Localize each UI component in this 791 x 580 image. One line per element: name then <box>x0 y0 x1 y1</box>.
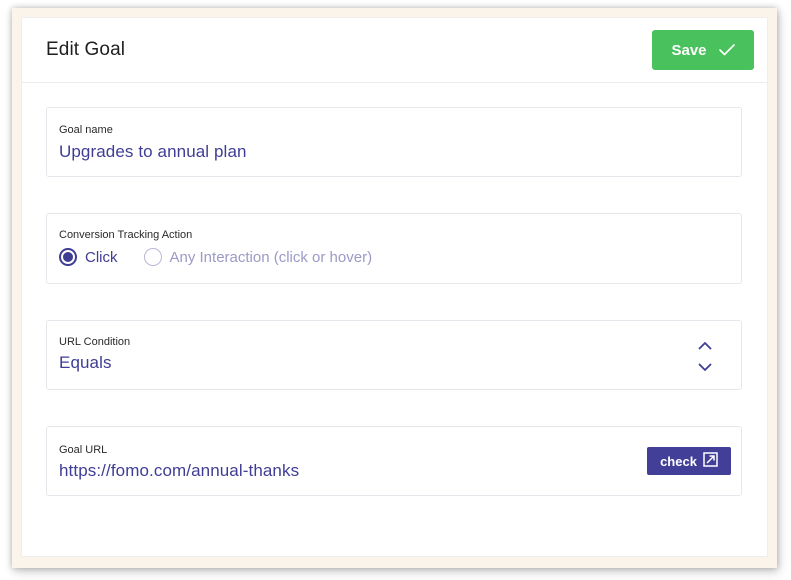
conversion-tracking-field: Conversion Tracking Action Click Any Int… <box>46 213 742 284</box>
page-title: Edit Goal <box>46 39 126 60</box>
panel-header: Edit Goal Save <box>22 18 767 83</box>
url-condition-stepper[interactable] <box>695 337 715 377</box>
external-link-icon <box>703 452 718 470</box>
radio-any-interaction-unselected[interactable] <box>143 248 162 266</box>
url-condition-field[interactable]: URL Condition Equals <box>46 320 742 390</box>
url-condition-label: URL Condition <box>59 336 131 348</box>
dialog-frame: Edit Goal Save Goal name Upgrades to ann… <box>12 8 777 568</box>
check-url-button[interactable]: check <box>647 447 731 475</box>
check-button-label: check <box>660 453 697 469</box>
chevron-down-icon[interactable] <box>698 359 712 377</box>
radio-option-click[interactable]: Click <box>59 248 118 266</box>
goal-url-label: Goal URL <box>59 444 108 456</box>
edit-goal-panel: Edit Goal Save Goal name Upgrades to ann… <box>22 18 767 556</box>
url-condition-select[interactable]: Equals <box>59 353 112 373</box>
radio-click-label[interactable]: Click <box>85 249 118 266</box>
goal-name-field[interactable]: Goal name Upgrades to annual plan <box>46 107 742 177</box>
goal-url-input[interactable]: https://fomo.com/annual-thanks <box>59 461 299 481</box>
radio-click-selected[interactable] <box>59 248 77 266</box>
chevron-up-icon[interactable] <box>698 337 712 355</box>
goal-url-field[interactable]: Goal URL https://fomo.com/annual-thanks … <box>46 426 742 496</box>
save-button[interactable]: Save <box>652 30 754 70</box>
conversion-radio-group: Click Any Interaction (click or hover) <box>59 248 398 266</box>
radio-any-interaction-label[interactable]: Any Interaction (click or hover) <box>170 249 373 266</box>
checkmark-icon <box>718 44 735 56</box>
save-button-label: Save <box>671 41 707 59</box>
radio-option-any-interaction[interactable]: Any Interaction (click or hover) <box>143 248 373 266</box>
goal-name-input[interactable]: Upgrades to annual plan <box>59 142 247 162</box>
goal-name-label: Goal name <box>59 124 113 136</box>
conversion-tracking-label: Conversion Tracking Action <box>59 229 193 241</box>
